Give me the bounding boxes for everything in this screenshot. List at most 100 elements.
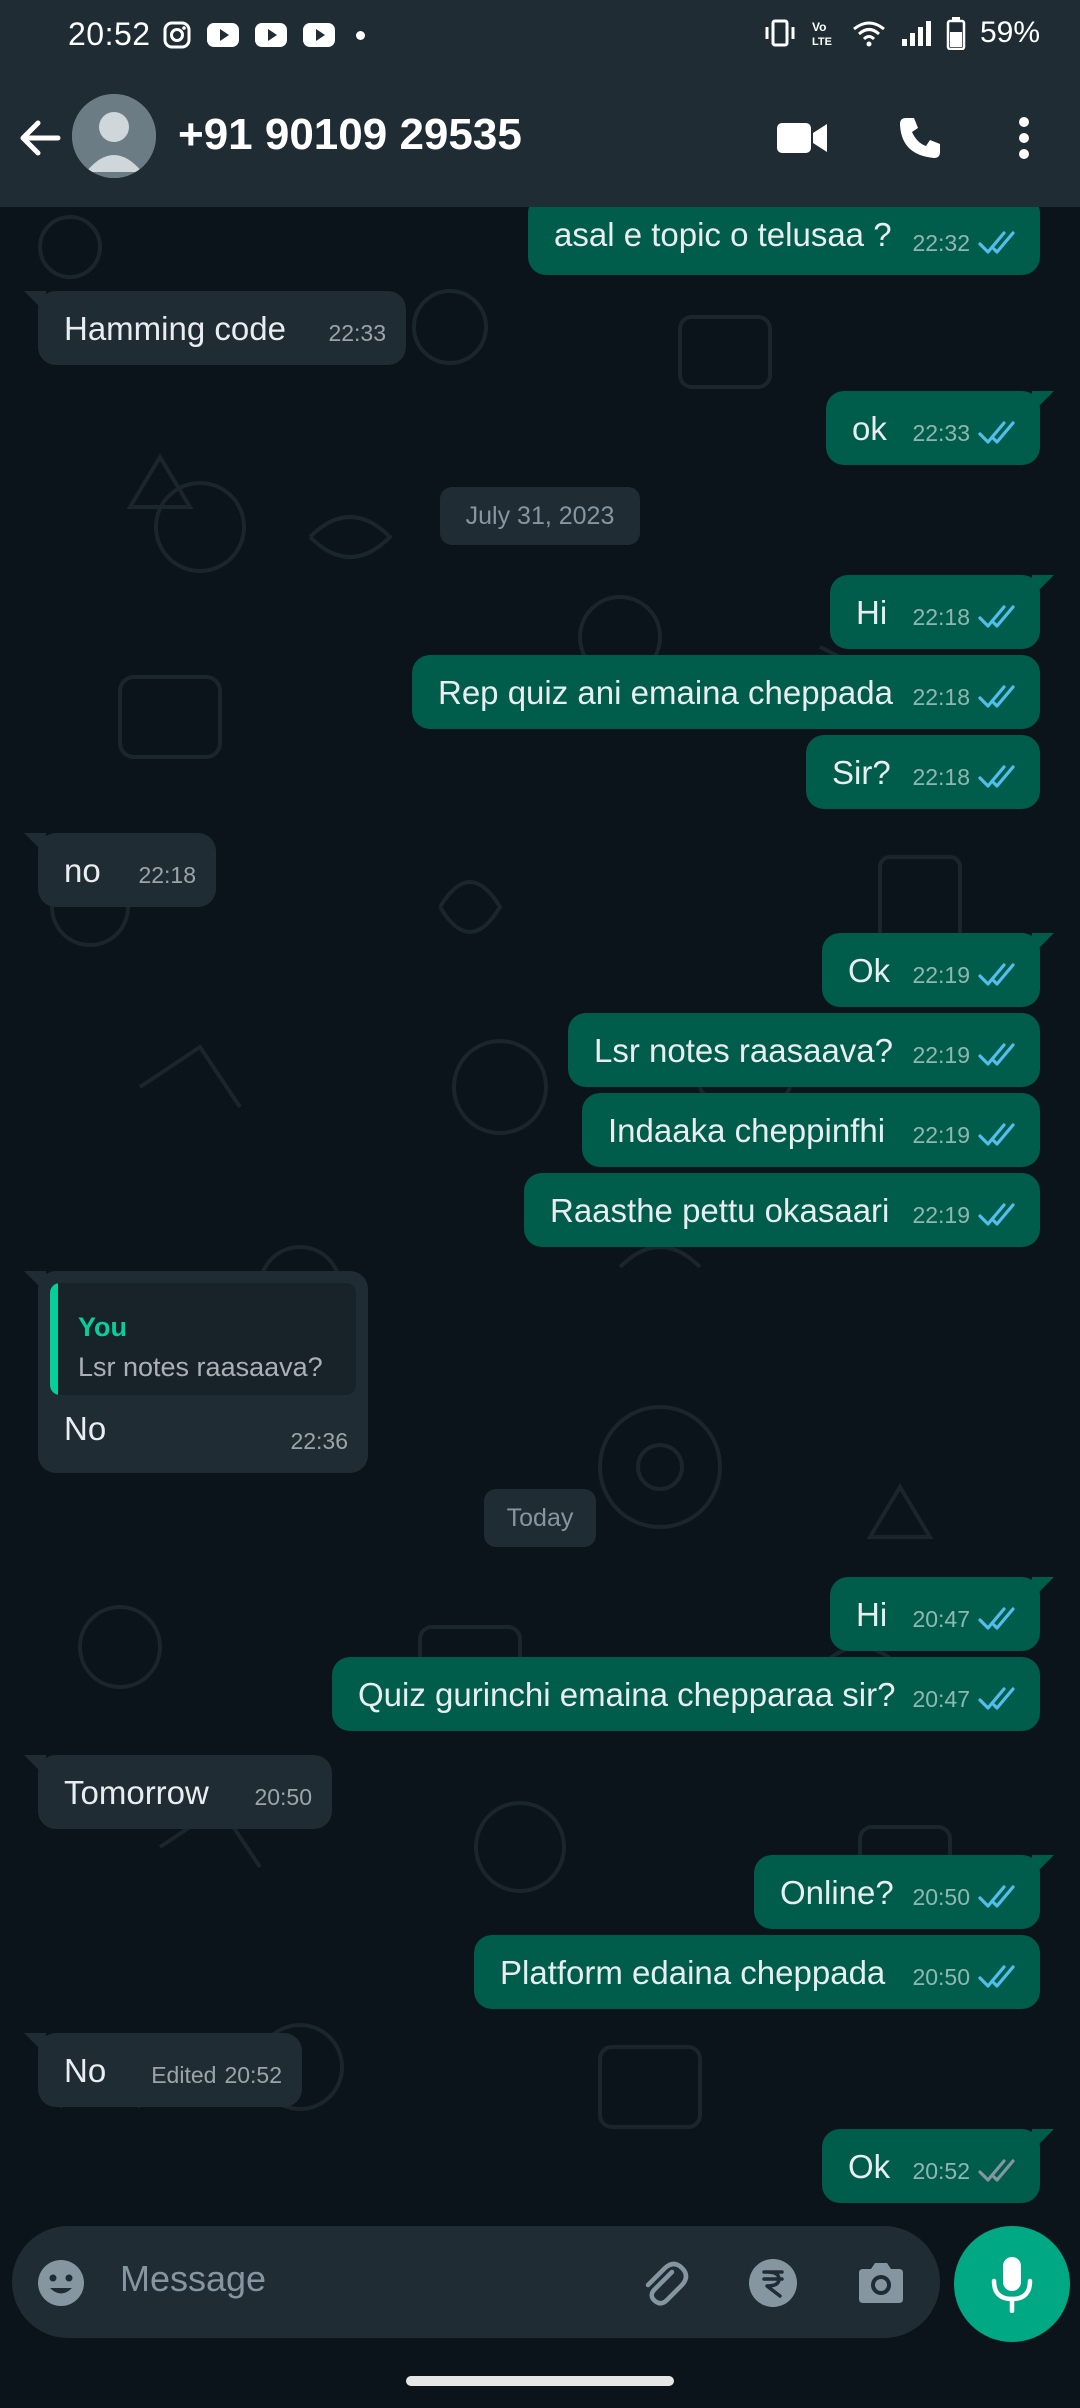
double-check-read-icon [978, 231, 1015, 254]
more-notifications-dot [356, 30, 365, 40]
youtube-icon [255, 23, 287, 47]
camera-button[interactable] [854, 2256, 908, 2310]
double-check-read-icon [978, 765, 1015, 788]
message-time: 20:52 [912, 2158, 970, 2184]
back-button[interactable] [14, 112, 66, 164]
message-meta: 22:18 [138, 855, 196, 895]
home-gesture-bar[interactable] [406, 2376, 674, 2386]
message-outgoing[interactable]: Platform edaina cheppada 20:50 [474, 1935, 1040, 2009]
notification-icons [162, 20, 365, 50]
camera-icon [859, 2263, 903, 2303]
emoji-icon [38, 2260, 84, 2306]
more-options-button[interactable] [994, 108, 1054, 168]
message-time: 22:18 [138, 862, 196, 888]
message-meta: 22:19 [912, 1195, 1022, 1235]
message-meta: 22:18 [912, 757, 1022, 797]
message-outgoing[interactable]: Ok 22:19 [822, 933, 1054, 1007]
message-outgoing[interactable]: Online? 20:50 [754, 1855, 1054, 1929]
chat-header: +91 90109 29535 [0, 70, 1080, 207]
message-meta: 22:19 [912, 1035, 1022, 1075]
quoted-text: Lsr notes raasaava? [78, 1352, 323, 1382]
bubble-tail [24, 291, 46, 313]
message-meta: 22:33 [328, 313, 386, 353]
message-incoming[interactable]: no 22:18 [24, 833, 216, 907]
emoji-button[interactable] [34, 2256, 88, 2310]
battery-percent: 59% [979, 16, 1040, 49]
battery-icon [946, 17, 966, 50]
message-text: asal e topic o telusaa ? [554, 216, 892, 253]
svg-text:LTE: LTE [812, 36, 832, 48]
signal-icon [901, 21, 931, 46]
message-composer[interactable]: Message [12, 2226, 940, 2338]
system-navigation-bar [0, 2342, 1080, 2408]
message-outgoing[interactable]: Rep quiz ani emaina cheppada 22:18 [412, 655, 1040, 729]
chat-area[interactable]: asal e topic o telusaa ? 22:32 Hamming c… [0, 207, 1080, 2217]
message-text: Hi [856, 594, 888, 631]
message-outgoing[interactable]: asal e topic o telusaa ? 22:32 [528, 207, 1040, 275]
voice-message-button[interactable] [954, 2226, 1070, 2342]
message-text: Indaaka cheppinfhi [608, 1112, 886, 1149]
status-bar: 20:52 Vo LTE 59% [0, 0, 1080, 70]
message-incoming[interactable]: Hamming code 22:33 [24, 291, 406, 365]
date-separator: Today [484, 1489, 596, 1547]
message-outgoing[interactable]: Indaaka cheppinfhi 22:19 [582, 1093, 1040, 1167]
message-text: ok [852, 410, 887, 447]
voice-call-button[interactable] [890, 108, 950, 168]
message-text: Rep quiz ani emaina cheppada [438, 674, 893, 711]
bubble-tail [1032, 2129, 1054, 2151]
phone-icon [900, 118, 940, 158]
payment-button[interactable] [746, 2256, 800, 2310]
double-check-read-icon [978, 1687, 1015, 1710]
message-incoming-reply[interactable]: You Lsr notes raasaava? No 22:36 [24, 1271, 368, 1473]
message-text: Lsr notes raasaava? [594, 1032, 894, 1069]
double-check-read-icon [978, 605, 1015, 628]
message-time: 22:18 [912, 604, 970, 630]
quoted-message[interactable]: You Lsr notes raasaava? [50, 1283, 356, 1395]
vibrate-icon [765, 19, 795, 47]
svg-text:Vo: Vo [812, 20, 826, 34]
message-time: 22:18 [912, 684, 970, 710]
double-check-read-icon [978, 1885, 1015, 1908]
bubble-tail [1032, 933, 1054, 955]
youtube-icon [207, 23, 239, 47]
double-check-read-icon [978, 963, 1015, 986]
message-meta: 20:50 [254, 1777, 312, 1817]
status-time: 20:52 [68, 16, 151, 52]
message-outgoing[interactable]: Sir? 22:18 [806, 735, 1040, 809]
message-text: Platform edaina cheppada [500, 1954, 886, 1991]
contact-name[interactable]: +91 90109 29535 [178, 110, 522, 160]
quoted-sender: You [78, 1312, 127, 1342]
bubble-tail [24, 1755, 46, 1777]
message-meta: 20:47 [912, 1679, 1022, 1719]
message-outgoing[interactable]: ok 22:33 [826, 391, 1054, 465]
message-outgoing[interactable]: Ok 20:52 [822, 2129, 1054, 2203]
message-incoming[interactable]: No Edited 20:52 [24, 2033, 302, 2107]
message-meta: 22:18 [912, 597, 1022, 637]
video-call-button[interactable] [772, 108, 832, 168]
instagram-icon [163, 21, 191, 49]
message-outgoing[interactable]: Hi 20:47 [830, 1577, 1054, 1651]
message-meta: 20:52 [912, 2151, 1022, 2191]
system-icons: Vo LTE 59% [764, 16, 1040, 50]
message-text: no [64, 852, 101, 889]
vertical-dots-icon [1019, 117, 1029, 159]
message-text: Tomorrow [64, 1774, 209, 1811]
message-outgoing[interactable]: Raasthe pettu okasaari 22:19 [524, 1173, 1040, 1247]
message-incoming[interactable]: Tomorrow 20:50 [24, 1755, 332, 1829]
message-time: 20:47 [912, 1686, 970, 1712]
bubble-tail [1032, 391, 1054, 413]
message-meta: 22:36 [290, 1421, 348, 1461]
bubble-tail [24, 833, 46, 855]
message-outgoing[interactable]: Quiz gurinchi emaina chepparaa sir? 20:4… [332, 1657, 1040, 1731]
attach-button[interactable] [636, 2256, 690, 2310]
message-outgoing[interactable]: Lsr notes raasaava? 22:19 [568, 1013, 1040, 1087]
message-input[interactable]: Message [120, 2258, 266, 2300]
avatar[interactable] [72, 94, 156, 178]
message-meta: 22:18 [912, 677, 1022, 717]
default-avatar-icon [72, 94, 156, 178]
message-time: 20:47 [912, 1606, 970, 1632]
date-separator: July 31, 2023 [440, 487, 640, 545]
message-text: No [64, 1410, 107, 1447]
message-text: Online? [780, 1874, 894, 1911]
message-outgoing[interactable]: Hi 22:18 [830, 575, 1054, 649]
